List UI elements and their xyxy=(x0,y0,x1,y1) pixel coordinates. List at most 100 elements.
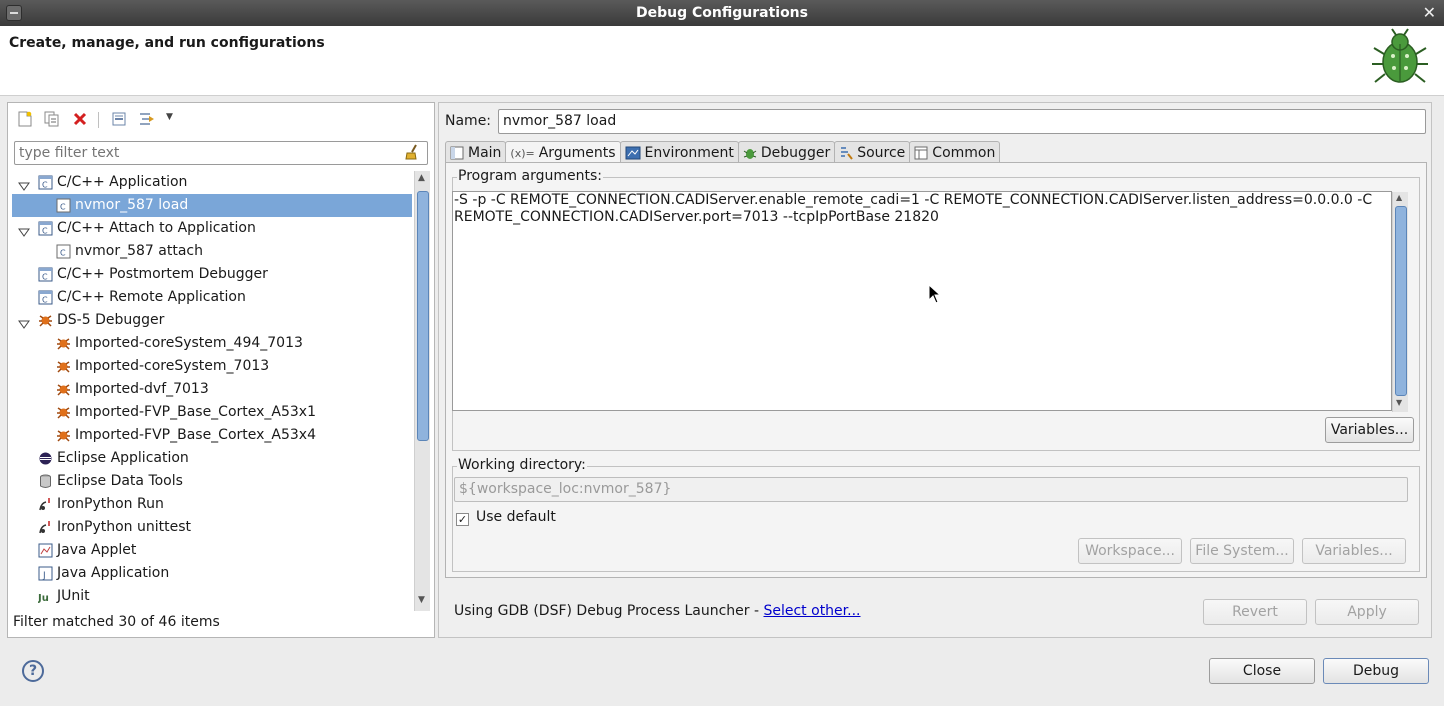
working-directory-field[interactable]: ${workspace_loc:nvmor_587} xyxy=(454,477,1408,502)
apply-button[interactable]: Apply xyxy=(1315,599,1419,625)
tree-item-label: Java Application xyxy=(57,565,170,581)
tree-item[interactable]: Cnvmor_587 load xyxy=(12,194,412,217)
svg-text:C: C xyxy=(42,273,48,282)
scrollbar-thumb[interactable] xyxy=(1395,206,1407,396)
tree-item[interactable]: IronPython Run xyxy=(12,493,412,516)
tree-item-label: Java Applet xyxy=(57,542,137,558)
expand-toggle-icon[interactable] xyxy=(18,223,30,237)
tree-item[interactable]: Imported-FVP_Base_Cortex_A53x4 xyxy=(12,424,412,447)
tree-item[interactable]: Imported-dvf_7013 xyxy=(12,378,412,401)
close-button[interactable]: Close xyxy=(1209,658,1315,684)
new-configuration-icon[interactable] xyxy=(14,108,36,130)
tab-label: Source xyxy=(857,144,906,161)
svg-text:C: C xyxy=(42,181,48,190)
ds5-icon xyxy=(56,382,71,397)
svg-text:C: C xyxy=(60,203,66,212)
help-icon[interactable]: ? xyxy=(22,660,44,682)
tree-item-label: nvmor_587 load xyxy=(75,197,189,213)
window-menu-icon[interactable] xyxy=(6,5,22,21)
junit-icon: Ju xyxy=(37,589,53,604)
duplicate-icon[interactable] xyxy=(41,108,63,130)
arguments-tab-icon: (x)= xyxy=(510,146,535,160)
tab-label: Main xyxy=(468,144,502,161)
scroll-down-icon[interactable]: ▼ xyxy=(418,595,425,605)
tab-environment[interactable]: Environment xyxy=(619,141,739,163)
filter-status-text: Filter matched 30 of 46 items xyxy=(13,614,220,630)
use-default-checkbox[interactable]: ✓ xyxy=(456,513,469,526)
tree-item[interactable]: Eclipse Application xyxy=(12,447,412,470)
launcher-text: Using GDB (DSF) Debug Process Launcher - xyxy=(454,603,764,619)
tree-item[interactable]: Eclipse Data Tools xyxy=(12,470,412,493)
tree-item-label: DS-5 Debugger xyxy=(57,312,165,328)
collapse-all-icon[interactable] xyxy=(108,108,130,130)
tree-item-label: Eclipse Data Tools xyxy=(57,473,183,489)
delete-icon[interactable] xyxy=(69,108,91,130)
tree-scrollbar[interactable]: ▲ ▼ xyxy=(414,171,430,611)
common-tab-icon xyxy=(914,146,928,159)
dialog-header: Create, manage, and run configurations xyxy=(0,26,1444,96)
program-arguments-text: -S -p -C REMOTE_CONNECTION.CADIServer.en… xyxy=(454,192,1373,225)
tab-debugger[interactable]: Debugger xyxy=(737,141,836,163)
variables-button[interactable]: Variables... xyxy=(1325,417,1414,443)
tree-item[interactable]: C C/C++ Application xyxy=(12,171,412,194)
source-tab-icon xyxy=(841,146,853,160)
tree-item[interactable]: IronPython unittest xyxy=(12,516,412,539)
tree-item[interactable]: DS-5 Debugger xyxy=(12,309,412,332)
tree-item-label: nvmor_587 attach xyxy=(75,243,203,259)
tree-item-label: C/C++ Postmortem Debugger xyxy=(57,266,268,282)
tab-label: Environment xyxy=(644,144,734,161)
tree-item-label: Imported-FVP_Base_Cortex_A53x4 xyxy=(75,427,317,443)
tree-item[interactable]: J Java Application xyxy=(12,562,412,585)
file-system-button[interactable]: File System... xyxy=(1190,538,1294,564)
python-icon xyxy=(38,520,53,535)
window-title-bar: Debug Configurations xyxy=(0,0,1444,26)
filter-icon[interactable] xyxy=(136,108,158,130)
tree-item[interactable]: Imported-FVP_Base_Cortex_A53x1 xyxy=(12,401,412,424)
arguments-scrollbar[interactable]: ▲ ▼ xyxy=(1392,192,1408,412)
tab-arguments[interactable]: (x)= Arguments xyxy=(505,141,621,164)
toolbar-divider xyxy=(98,112,99,128)
tree-item[interactable]: Cnvmor_587 attach xyxy=(12,240,412,263)
tree-item[interactable]: Ju JUnit xyxy=(12,585,412,608)
configuration-editor-panel: Name: nvmor_587 load Main (x)= Arguments… xyxy=(438,102,1432,638)
select-other-link[interactable]: Select other... xyxy=(763,603,860,619)
variables-button-working-dir[interactable]: Variables... xyxy=(1302,538,1406,564)
ds5-icon xyxy=(56,405,71,420)
working-directory-group: Working directory: ${workspace_loc:nvmor… xyxy=(452,457,1420,572)
scrollbar-thumb[interactable] xyxy=(417,191,429,441)
tab-source[interactable]: Source xyxy=(834,141,911,163)
debug-button[interactable]: Debug xyxy=(1323,658,1429,684)
tree-item-label: Imported-dvf_7013 xyxy=(75,381,209,397)
expand-toggle-icon[interactable] xyxy=(18,177,30,191)
chevron-down-icon[interactable]: ▼ xyxy=(166,112,173,122)
revert-button[interactable]: Revert xyxy=(1203,599,1307,625)
tree-item-label: Eclipse Application xyxy=(57,450,189,466)
tree-item[interactable]: C C/C++ Remote Application xyxy=(12,286,412,309)
tab-common[interactable]: Common xyxy=(909,141,1001,163)
configuration-tree[interactable]: C C/C++ Application Cnvmor_587 load C C/C++ … xyxy=(12,171,412,609)
mouse-pointer-icon xyxy=(928,284,942,304)
tree-item-label: C/C++ Remote Application xyxy=(57,289,246,305)
name-field[interactable]: nvmor_587 load xyxy=(498,109,1426,134)
workspace-button[interactable]: Workspace... xyxy=(1078,538,1182,564)
tree-item[interactable]: Java Applet xyxy=(12,539,412,562)
program-arguments-group: Program arguments: -S -p -C REMOTE_CONNE… xyxy=(452,168,1420,451)
tree-item[interactable]: Imported-coreSystem_7013 xyxy=(12,355,412,378)
clear-filter-icon[interactable] xyxy=(404,144,420,164)
program-arguments-textarea[interactable]: -S -p -C REMOTE_CONNECTION.CADIServer.en… xyxy=(452,191,1408,412)
scroll-up-icon[interactable]: ▲ xyxy=(418,173,425,183)
scroll-down-icon[interactable]: ▼ xyxy=(1396,398,1402,407)
program-arguments-label: Program arguments: xyxy=(457,168,603,184)
svg-text:C: C xyxy=(42,296,48,305)
tree-item[interactable]: C C/C++ Attach to Application xyxy=(12,217,412,240)
close-icon[interactable]: ✕ xyxy=(1423,3,1436,22)
svg-text:Ju: Ju xyxy=(38,593,49,604)
tree-item[interactable]: C C/C++ Postmortem Debugger xyxy=(12,263,412,286)
tree-item[interactable]: Imported-coreSystem_494_7013 xyxy=(12,332,412,355)
filter-input[interactable] xyxy=(14,141,428,165)
scroll-up-icon[interactable]: ▲ xyxy=(1396,193,1402,202)
ds5-icon xyxy=(38,313,53,328)
expand-toggle-icon[interactable] xyxy=(18,315,30,329)
tab-main[interactable]: Main xyxy=(445,141,507,163)
tree-item-label: C/C++ Application xyxy=(57,174,188,190)
